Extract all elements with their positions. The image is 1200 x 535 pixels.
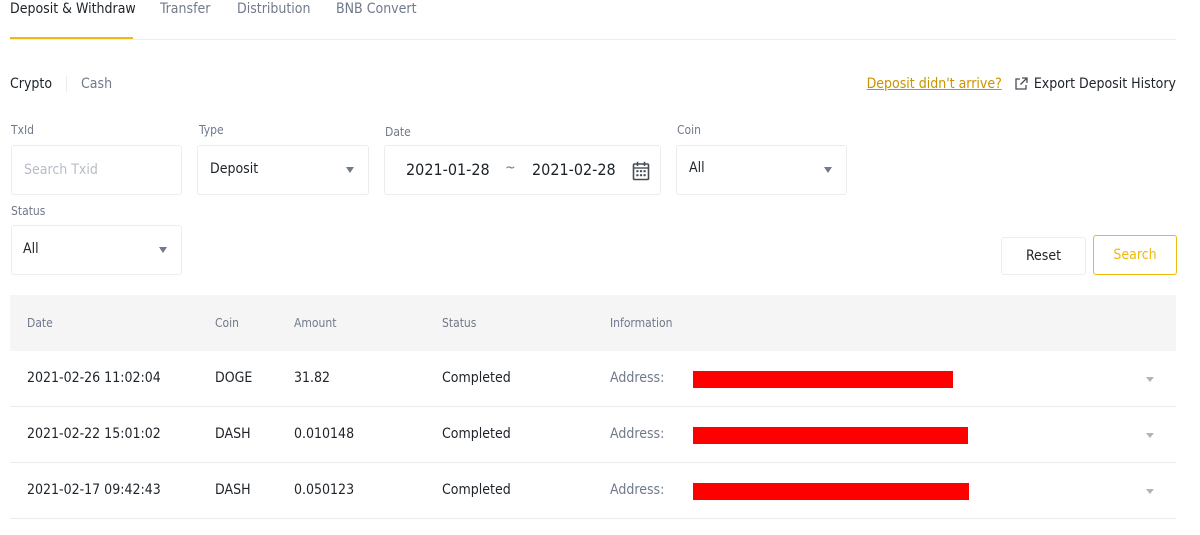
tab-bnb-convert[interactable]: BNB Convert: [336, 0, 417, 18]
row-amount: 31.82: [294, 370, 331, 386]
date-start[interactable]: 2021-01-28: [406, 160, 490, 179]
export-deposit-history-link[interactable]: Export Deposit History: [1034, 76, 1176, 92]
coin-select[interactable]: All: [676, 145, 847, 195]
date-separator: ~: [505, 160, 516, 176]
coin-label: Coin: [677, 123, 701, 137]
type-select[interactable]: Deposit: [197, 145, 369, 195]
calendar-icon[interactable]: [632, 161, 650, 181]
header-information: Information: [610, 316, 673, 330]
expand-row-icon[interactable]: [1146, 377, 1154, 382]
expand-row-icon[interactable]: [1146, 433, 1154, 438]
row-address-label: Address:: [610, 426, 665, 442]
txid-search-input[interactable]: [12, 146, 181, 194]
row-coin: DASH: [215, 426, 251, 442]
search-button[interactable]: Search: [1093, 235, 1177, 275]
reset-button[interactable]: Reset: [1001, 237, 1086, 275]
subtab-cash[interactable]: Cash: [81, 74, 112, 94]
subtab-divider: [66, 76, 67, 92]
redacted-address: [693, 483, 969, 500]
row-amount: 0.050123: [294, 482, 355, 498]
chevron-down-icon: [824, 167, 832, 173]
table-row[interactable]: 2021-02-26 11:02:04 DOGE 31.82 Completed…: [10, 351, 1176, 407]
header-coin: Coin: [215, 316, 239, 330]
row-date: 2021-02-17 09:42:43: [27, 482, 161, 498]
row-coin: DASH: [215, 482, 251, 498]
expand-row-icon[interactable]: [1146, 489, 1154, 494]
header-status: Status: [442, 316, 477, 330]
table-row[interactable]: 2021-02-17 09:42:43 DASH 0.050123 Comple…: [10, 463, 1176, 519]
tab-distribution[interactable]: Distribution: [237, 0, 310, 18]
tab-deposit-withdraw[interactable]: Deposit & Withdraw: [10, 0, 136, 18]
row-amount: 0.010148: [294, 426, 355, 442]
redacted-address: [693, 371, 953, 388]
deposit-not-arrived-link[interactable]: Deposit didn't arrive?: [867, 76, 1002, 92]
row-address-label: Address:: [610, 482, 665, 498]
top-links: Deposit didn't arrive? Export Deposit Hi…: [867, 74, 1176, 94]
date-range-picker[interactable]: 2021-01-28 ~ 2021-02-28: [384, 145, 661, 195]
table-header: Date Coin Amount Status Information: [10, 295, 1176, 351]
chevron-down-icon: [346, 167, 354, 173]
subtab-crypto[interactable]: Crypto: [10, 74, 52, 94]
type-label: Type: [199, 123, 224, 137]
tab-transfer[interactable]: Transfer: [160, 0, 210, 18]
row-date: 2021-02-26 11:02:04: [27, 370, 161, 386]
coin-select-value: All: [689, 160, 705, 176]
type-select-value: Deposit: [210, 161, 259, 177]
deposit-history-table: Date Coin Amount Status Information 2021…: [10, 295, 1176, 519]
header-amount: Amount: [294, 316, 337, 330]
date-label: Date: [385, 125, 411, 139]
main-tabs: Deposit & Withdraw Transfer Distribution…: [10, 0, 1176, 40]
table-row[interactable]: 2021-02-22 15:01:02 DASH 0.010148 Comple…: [10, 407, 1176, 463]
status-select[interactable]: All: [11, 225, 182, 275]
chevron-down-icon: [159, 247, 167, 253]
status-select-value: All: [23, 241, 39, 257]
txid-field: [11, 145, 182, 195]
row-address-label: Address:: [610, 370, 665, 386]
row-status: Completed: [442, 426, 511, 442]
export-icon[interactable]: [1014, 77, 1028, 91]
row-date: 2021-02-22 15:01:02: [27, 426, 161, 442]
active-tab-indicator: [10, 37, 133, 39]
row-status: Completed: [442, 370, 511, 386]
redacted-address: [693, 427, 968, 444]
date-end[interactable]: 2021-02-28: [532, 160, 616, 179]
header-date: Date: [27, 316, 53, 330]
row-status: Completed: [442, 482, 511, 498]
txid-label: TxId: [11, 123, 35, 137]
row-coin: DOGE: [215, 370, 253, 386]
status-label: Status: [11, 204, 46, 218]
